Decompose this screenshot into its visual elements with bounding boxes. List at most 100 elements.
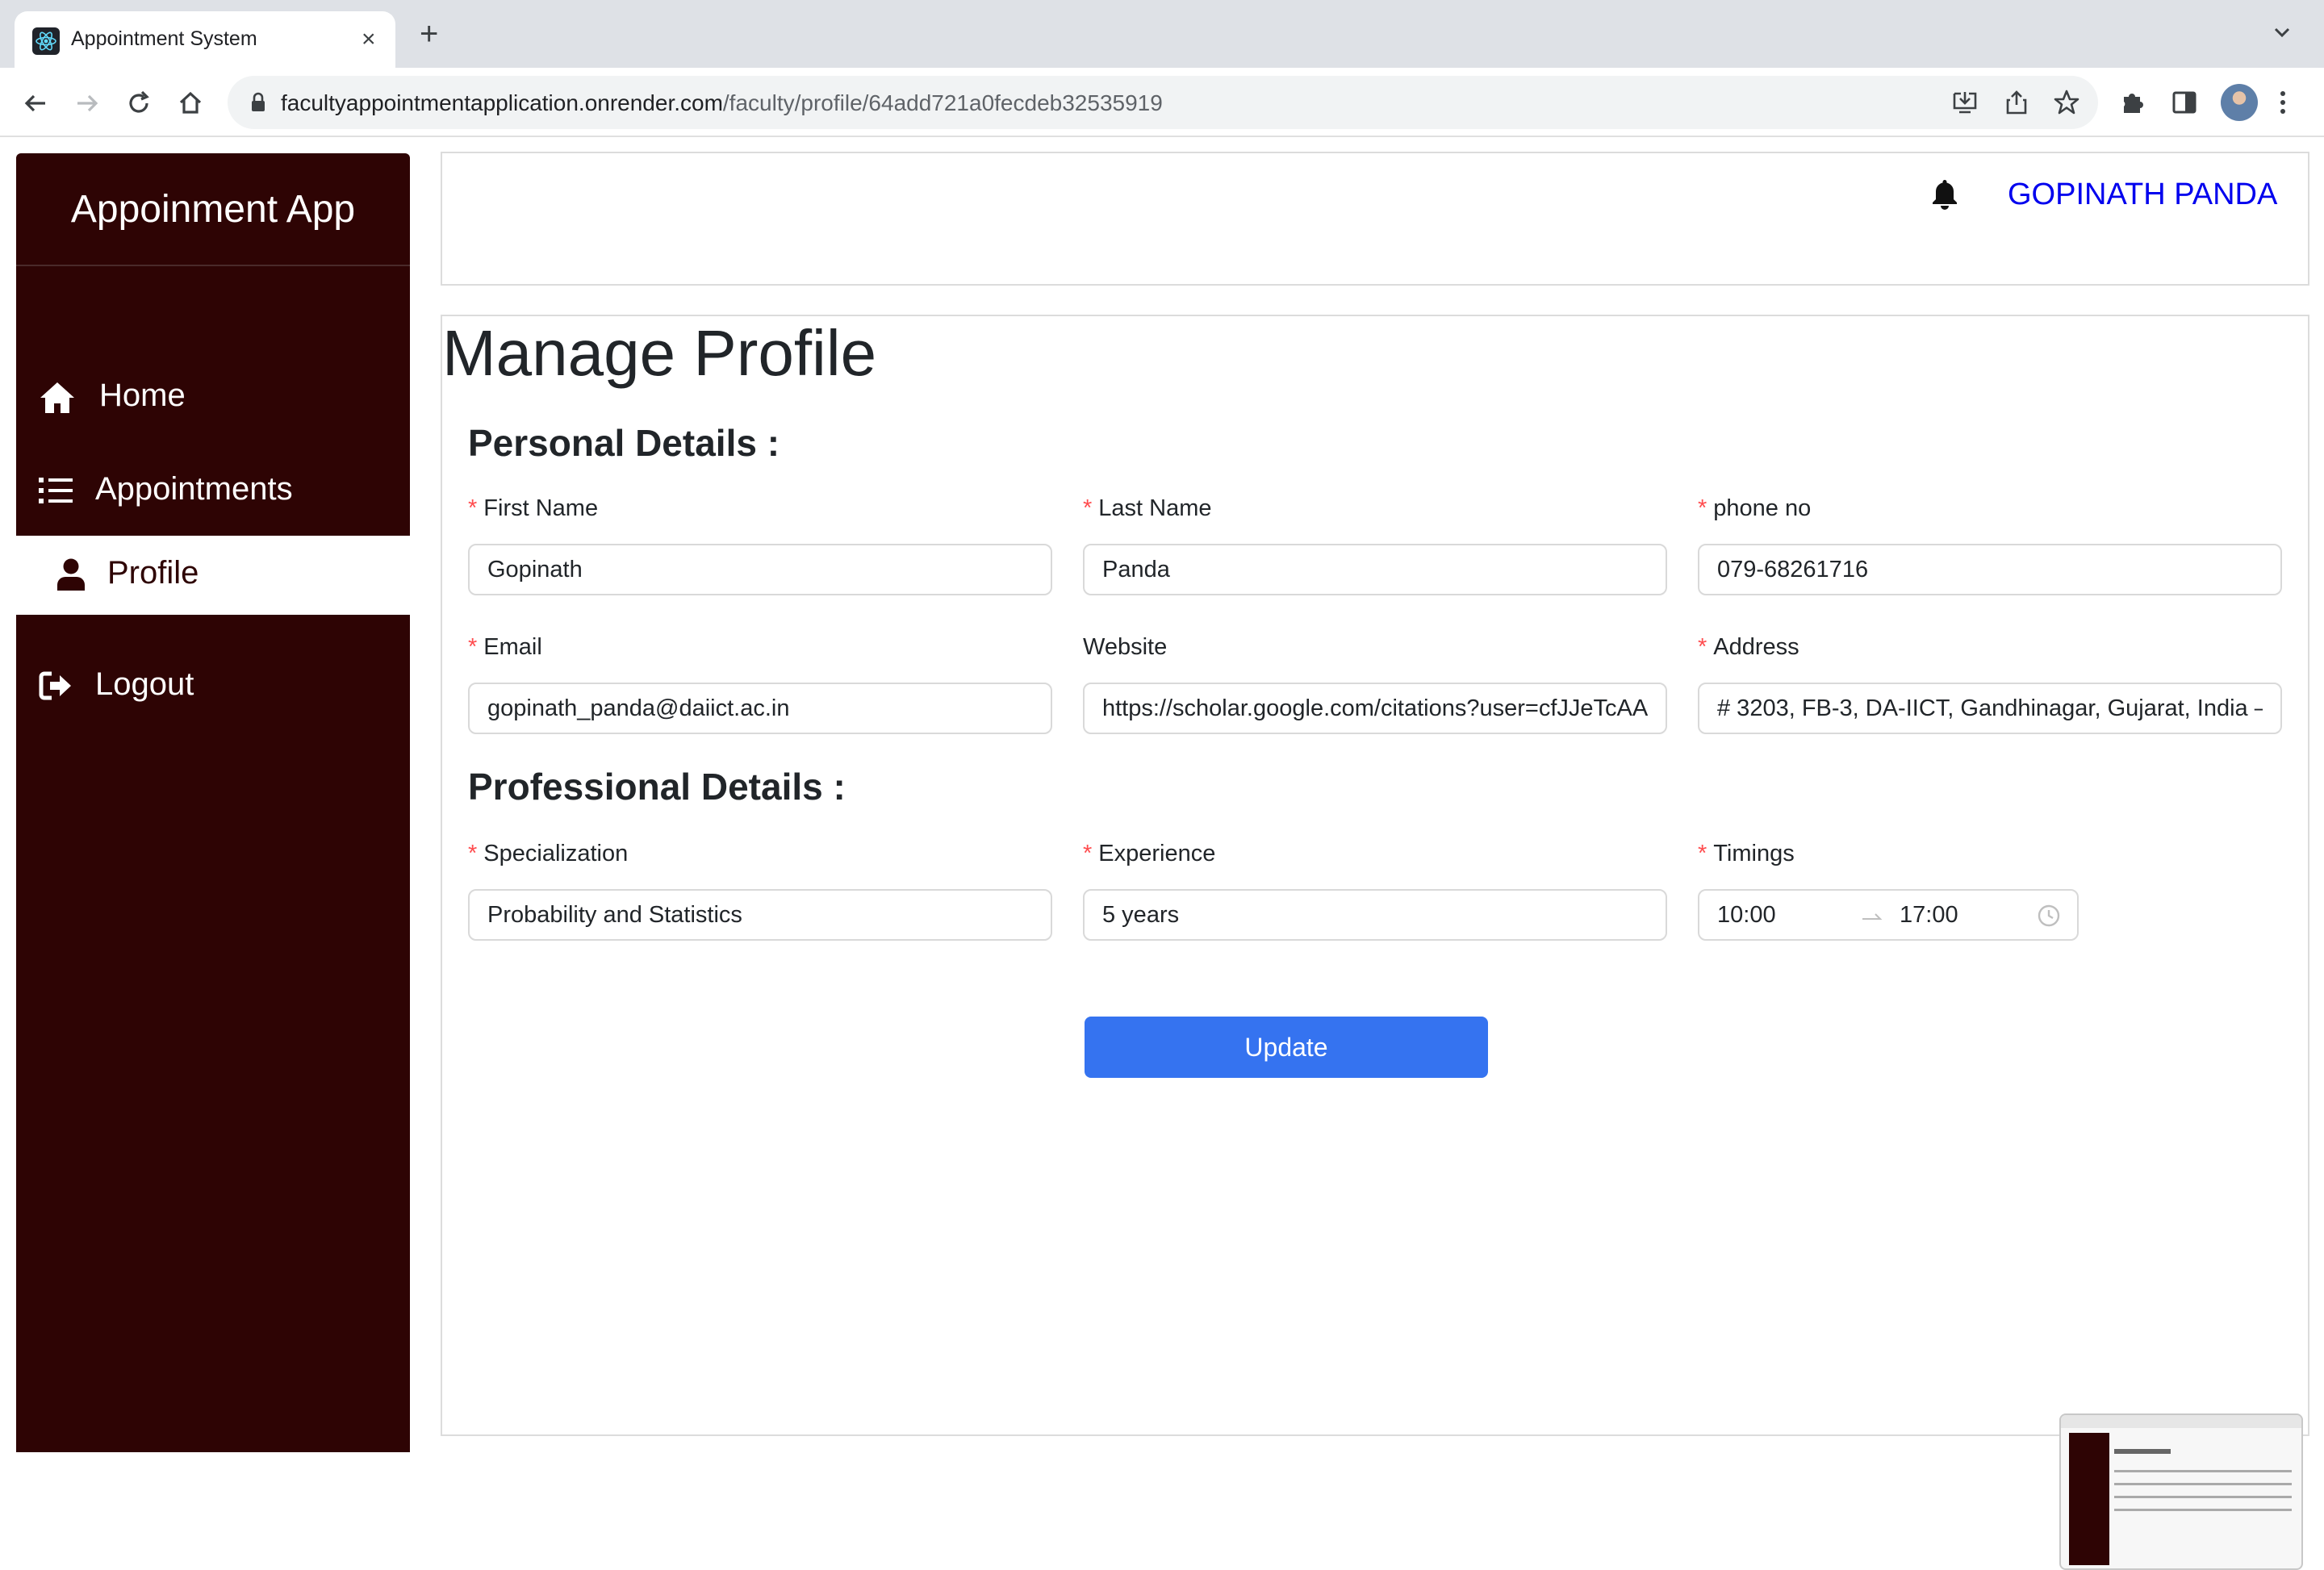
sidebar-item-appointments[interactable]: Appointments — [16, 452, 410, 531]
screenshot-preview-thumbnail[interactable] — [2059, 1413, 2303, 1570]
experience-label-text: Experience — [1098, 841, 1216, 866]
sidebar-item-label: Logout — [95, 666, 194, 702]
address-bar[interactable]: facultyappointmentapplication.onrender.c… — [228, 76, 2098, 129]
timings-label-text: Timings — [1713, 841, 1795, 866]
back-arrow-icon[interactable] — [18, 86, 53, 121]
url-text[interactable]: facultyappointmentapplication.onrender.c… — [281, 90, 1163, 116]
thumbnail-row — [2114, 1496, 2292, 1498]
phone-value: 079-68261716 — [1717, 557, 1869, 582]
specialization-input[interactable]: Probability and Statistics — [468, 889, 1052, 941]
url-host: facultyappointmentapplication.onrender.c… — [281, 90, 723, 115]
last-name-input[interactable]: Panda — [1083, 544, 1667, 595]
email-label-text: Email — [483, 634, 542, 660]
sidebar-item-label: Home — [99, 378, 186, 413]
timing-start-value[interactable]: 10:00 — [1717, 902, 1776, 929]
specialization-label: * Specialization — [468, 841, 628, 867]
new-tab-icon[interactable]: + — [420, 18, 438, 50]
sidebar-item-home[interactable]: Home — [16, 358, 410, 437]
range-arrow-icon — [1862, 913, 1883, 920]
close-tab-icon[interactable]: × — [362, 23, 376, 56]
page: Appoinment App Home Appointments Profile — [0, 139, 2324, 1570]
phone-label-text: phone no — [1713, 495, 1812, 521]
extensions-puzzle-icon[interactable] — [2119, 89, 2146, 116]
required-mark: * — [1698, 634, 1707, 660]
phone-label: * phone no — [1698, 495, 1811, 522]
address-value: # 3203, FB-3, DA-IICT, Gandhinagar, Guja… — [1717, 695, 2263, 721]
forward-arrow-icon[interactable] — [69, 86, 105, 121]
chevron-down-icon[interactable] — [2271, 21, 2293, 44]
header-bar: GOPINATH PANDA — [441, 152, 2309, 286]
phone-input[interactable]: 079-68261716 — [1698, 544, 2282, 595]
required-mark: * — [468, 841, 478, 866]
more-menu-icon[interactable] — [2277, 89, 2288, 116]
user-icon — [57, 558, 85, 591]
email-label: * Email — [468, 634, 542, 661]
home-icon — [40, 382, 74, 413]
lock-icon[interactable] — [250, 92, 266, 113]
thumbnail-heading — [2114, 1449, 2171, 1454]
profile-avatar[interactable] — [2221, 84, 2258, 121]
list-icon — [39, 478, 73, 503]
url-path: /faculty/profile/64add721a0fecdeb3253591… — [722, 90, 1163, 115]
logout-icon — [39, 671, 71, 700]
required-mark: * — [1083, 841, 1093, 866]
timings-range-picker[interactable]: 10:00 17:00 — [1698, 889, 2079, 941]
website-value: https://scholar.google.com/citations?use… — [1102, 695, 1648, 721]
react-favicon-icon — [32, 27, 60, 55]
experience-label: * Experience — [1083, 841, 1215, 867]
update-button[interactable]: Update — [1085, 1017, 1488, 1078]
browser-tab-strip: Appointment System × + — [0, 0, 2324, 68]
experience-value: 5 years — [1102, 902, 1180, 928]
clock-icon — [2038, 904, 2060, 927]
side-panel-icon[interactable] — [2171, 89, 2198, 116]
page-title: Manage Profile — [442, 317, 877, 389]
website-input[interactable]: https://scholar.google.com/citations?use… — [1083, 683, 1667, 734]
specialization-label-text: Specialization — [483, 841, 629, 866]
thumbnail-row — [2114, 1509, 2292, 1511]
install-app-icon[interactable] — [1951, 89, 1979, 116]
personal-details-heading: Personal Details : — [468, 422, 780, 464]
share-icon[interactable] — [2003, 89, 2030, 116]
first-name-input[interactable]: Gopinath — [468, 544, 1052, 595]
last-name-label: * Last Name — [1083, 495, 1212, 522]
sidebar-item-label: Appointments — [95, 471, 293, 507]
first-name-label: * First Name — [468, 495, 598, 522]
sidebar: Appoinment App Home Appointments Profile — [16, 153, 410, 1452]
required-mark: * — [1698, 495, 1707, 521]
sidebar-item-label: Profile — [107, 555, 199, 591]
address-label: * Address — [1698, 634, 1799, 661]
email-input[interactable]: gopinath_panda@daiict.ac.in — [468, 683, 1052, 734]
required-mark: * — [1698, 841, 1707, 866]
required-mark: * — [468, 495, 478, 521]
bell-icon[interactable] — [1930, 177, 1959, 211]
browser-toolbar: facultyappointmentapplication.onrender.c… — [0, 68, 2324, 137]
required-mark: * — [468, 634, 478, 660]
experience-input[interactable]: 5 years — [1083, 889, 1667, 941]
thumbnail-row — [2114, 1470, 2292, 1472]
bookmark-star-icon[interactable] — [2053, 89, 2080, 116]
browser-tab[interactable]: Appointment System × — [15, 11, 395, 68]
tab-title: Appointment System — [71, 27, 257, 50]
thumbnail-row — [2114, 1483, 2292, 1485]
thumbnail-browser-bar — [2061, 1415, 2301, 1428]
brand-title: Appoinment App — [16, 153, 410, 266]
thumbnail-sidebar — [2069, 1433, 2109, 1565]
address-label-text: Address — [1713, 634, 1799, 660]
required-mark: * — [1083, 495, 1093, 521]
user-name-link[interactable]: GOPINATH PANDA — [2008, 177, 2277, 212]
reload-icon[interactable] — [121, 86, 157, 121]
specialization-value: Probability and Statistics — [487, 902, 742, 928]
last-name-label-text: Last Name — [1098, 495, 1212, 521]
email-value: gopinath_panda@daiict.ac.in — [487, 695, 790, 721]
sidebar-item-profile[interactable]: Profile — [16, 536, 410, 615]
first-name-label-text: First Name — [483, 495, 599, 521]
profile-form-card: Manage Profile Personal Details : * First… — [441, 315, 2309, 1436]
timings-label: * Timings — [1698, 841, 1795, 867]
first-name-value: Gopinath — [487, 557, 583, 582]
address-input[interactable]: # 3203, FB-3, DA-IICT, Gandhinagar, Guja… — [1698, 683, 2282, 734]
home-icon[interactable] — [173, 86, 208, 121]
timing-end-value[interactable]: 17:00 — [1900, 902, 1958, 929]
sidebar-item-logout[interactable]: Logout — [16, 647, 410, 726]
last-name-value: Panda — [1102, 557, 1170, 582]
website-label: Website — [1083, 634, 1168, 660]
